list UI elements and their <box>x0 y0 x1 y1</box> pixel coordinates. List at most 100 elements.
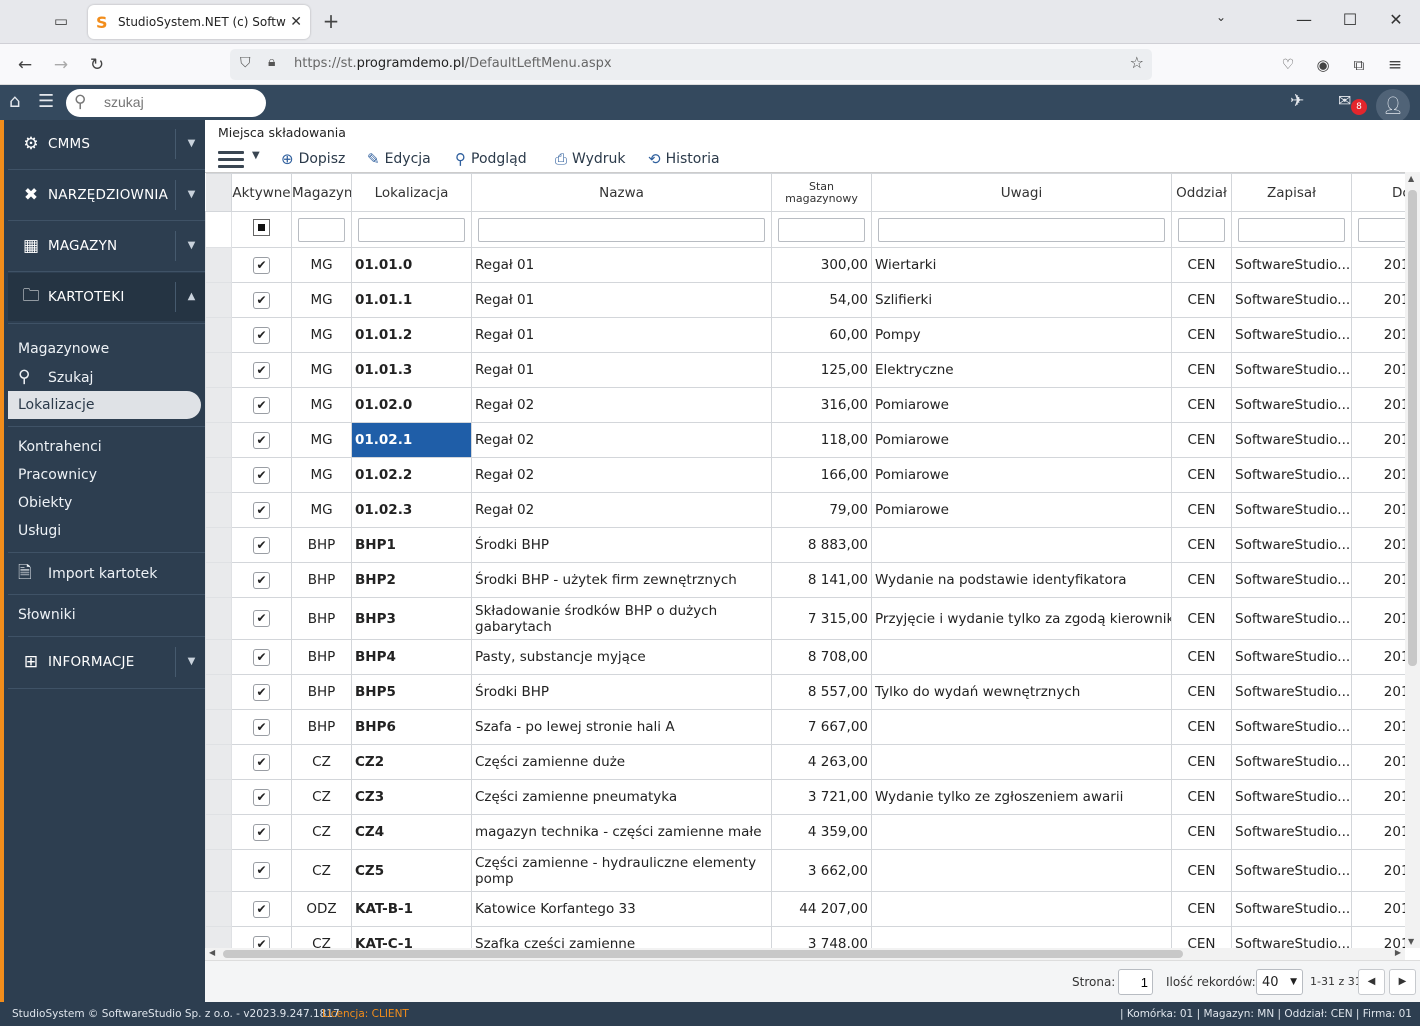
cell-stan[interactable]: 8 557,00 <box>771 674 872 710</box>
cell-aktywne[interactable]: ✔ <box>231 814 292 850</box>
cell-data[interactable]: 2019- <box>1351 891 1405 927</box>
cell-oddzial[interactable]: CEN <box>1171 247 1232 283</box>
active-checkbox[interactable]: ✔ <box>253 291 270 309</box>
shield-icon[interactable]: ⛉ <box>240 55 251 71</box>
cell-oddzial[interactable]: CEN <box>1171 639 1232 675</box>
horizontal-scrollbar[interactable]: ◀ ▶ <box>205 948 1405 960</box>
records-per-page-select[interactable]: 40 ▼ <box>1256 969 1303 995</box>
cell-uwagi[interactable] <box>871 814 1172 850</box>
plane-icon[interactable]: ✈ <box>1290 91 1304 111</box>
cell-magazyn[interactable]: CZ <box>291 744 352 780</box>
table-row[interactable]: ✔ MG 01.02.1 Regał 02 118,00 Pomiarowe CEN Soft… <box>205 422 1405 458</box>
cell-nazwa[interactable]: Szafka części zamienne <box>471 926 772 948</box>
cell-aktywne[interactable]: ✔ <box>231 926 292 948</box>
dopisz-button[interactable]: ⊕ Dopisz <box>281 148 345 170</box>
cell-lokalizacja[interactable]: BHP6 <box>351 709 472 745</box>
historia-button[interactable]: ⟲ Historia <box>648 148 720 170</box>
active-checkbox[interactable]: ✔ <box>253 648 270 666</box>
active-checkbox[interactable]: ✔ <box>253 753 270 771</box>
cell-stan[interactable]: 7 315,00 <box>771 597 872 640</box>
cell-data[interactable]: 2015- <box>1351 247 1405 283</box>
cell-nazwa[interactable]: Części zamienne duże <box>471 744 772 780</box>
cell-aktywne[interactable]: ✔ <box>231 674 292 710</box>
sidebar-section-narzedziownia[interactable]: ✖ NARZĘDZIOWNIA ▼ <box>8 171 207 219</box>
cell-oddzial[interactable]: CEN <box>1171 744 1232 780</box>
cell-aktywne[interactable]: ✔ <box>231 779 292 815</box>
cell-zapisal[interactable]: SoftwareStudio... <box>1231 317 1352 353</box>
prev-page-button[interactable]: ◀ <box>1358 969 1385 995</box>
cell-stan[interactable]: 4 263,00 <box>771 744 872 780</box>
cell-magazyn[interactable]: BHP <box>291 527 352 563</box>
table-row[interactable]: ✔ CZ CZ5 Części zamienne - hydrauliczne ele… <box>205 849 1405 892</box>
sidebar-item-pracownicy[interactable]: Pracownicy <box>8 461 201 489</box>
cell-nazwa[interactable]: Regał 01 <box>471 317 772 353</box>
cell-zapisal[interactable]: SoftwareStudio... <box>1231 891 1352 927</box>
active-checkbox[interactable]: ✔ <box>253 256 270 274</box>
cell-aktywne[interactable]: ✔ <box>231 422 292 458</box>
cell-zapisal[interactable]: SoftwareStudio... <box>1231 247 1352 283</box>
cell-aktywne[interactable]: ✔ <box>231 744 292 780</box>
cell-lokalizacja[interactable]: CZ5 <box>351 849 472 892</box>
filter-nazwa-input[interactable] <box>478 217 765 242</box>
scroll-left-icon[interactable]: ◀ <box>209 948 215 957</box>
cell-nazwa[interactable]: Katowice Korfantego 33 <box>471 891 772 927</box>
cell-uwagi[interactable]: Wydanie na podstawie identyfikatora <box>871 562 1172 598</box>
pocket-icon[interactable]: ♡ <box>1276 53 1300 77</box>
cell-stan[interactable]: 3 721,00 <box>771 779 872 815</box>
table-row[interactable]: ✔ BHP BHP5 Środki BHP 8 557,00 Tylko do wydań… <box>205 674 1405 710</box>
cell-stan[interactable]: 7 667,00 <box>771 709 872 745</box>
cell-lokalizacja[interactable]: 01.02.0 <box>351 387 472 423</box>
cell-lokalizacja[interactable]: 01.01.0 <box>351 247 472 283</box>
cell-zapisal[interactable]: SoftwareStudio... <box>1231 562 1352 598</box>
cell-aktywne[interactable]: ✔ <box>231 709 292 745</box>
cell-uwagi[interactable]: Pomiarowe <box>871 422 1172 458</box>
cell-zapisal[interactable]: SoftwareStudio... <box>1231 639 1352 675</box>
table-row[interactable]: ✔ BHP BHP3 Składowanie środków BHP o dużych… <box>205 597 1405 640</box>
chevron-down-icon[interactable]: ▼ <box>175 129 207 159</box>
filter-aktywne[interactable] <box>231 211 292 248</box>
cell-magazyn[interactable]: BHP <box>291 597 352 640</box>
cell-nazwa[interactable]: Pasty, substancje myjące <box>471 639 772 675</box>
cell-nazwa[interactable]: magazyn technika - części zamienne małe <box>471 814 772 850</box>
cell-zapisal[interactable]: SoftwareStudio... <box>1231 352 1352 388</box>
cell-data[interactable]: 2016- <box>1351 674 1405 710</box>
filter-stan-input[interactable] <box>778 217 865 242</box>
user-avatar[interactable]: 👤︎ <box>1376 89 1410 123</box>
cell-uwagi[interactable] <box>871 926 1172 948</box>
cell-uwagi[interactable]: Pomiarowe <box>871 387 1172 423</box>
filter-checkbox[interactable] <box>253 219 270 236</box>
cell-lokalizacja[interactable]: KAT-C-1 <box>351 926 472 948</box>
cell-data[interactable]: 2016- <box>1351 639 1405 675</box>
reload-icon[interactable]: ↻ <box>85 53 109 77</box>
cell-nazwa[interactable]: Składowanie środków BHP o dużych gabaryt… <box>471 597 772 640</box>
cell-stan[interactable]: 118,00 <box>771 422 872 458</box>
cell-magazyn[interactable]: MG <box>291 247 352 283</box>
hscroll-thumb[interactable] <box>223 950 1183 958</box>
cell-aktywne[interactable]: ✔ <box>231 639 292 675</box>
cell-data[interactable]: 2015- <box>1351 352 1405 388</box>
cell-lokalizacja[interactable]: CZ3 <box>351 779 472 815</box>
cell-lokalizacja[interactable]: 01.01.1 <box>351 282 472 318</box>
cell-uwagi[interactable] <box>871 709 1172 745</box>
col-oddzial[interactable]: Oddział <box>1171 173 1232 212</box>
cell-aktywne[interactable]: ✔ <box>231 597 292 640</box>
tab-list-icon[interactable]: ⌄ <box>1210 10 1232 32</box>
active-checkbox[interactable]: ✔ <box>253 823 270 841</box>
back-icon[interactable]: ← <box>13 53 37 77</box>
cell-oddzial[interactable]: CEN <box>1171 709 1232 745</box>
cell-lokalizacja[interactable]: BHP3 <box>351 597 472 640</box>
cell-stan[interactable]: 8 708,00 <box>771 639 872 675</box>
cell-magazyn[interactable]: CZ <box>291 926 352 948</box>
search-input[interactable] <box>104 94 254 110</box>
cell-stan[interactable]: 8 883,00 <box>771 527 872 563</box>
url-bar[interactable]: ⛉ 🔒︎ https://st.programdemo.pl/DefaultLe… <box>230 49 1152 80</box>
cell-aktywne[interactable]: ✔ <box>231 282 292 318</box>
sidebar-item-lokalizacje[interactable]: Lokalizacje <box>8 391 201 419</box>
cell-uwagi[interactable]: Przyjęcie i wydanie tylko za zgodą kiero… <box>871 597 1172 640</box>
chevron-down-icon[interactable]: ▼ <box>175 647 207 677</box>
menu-icon[interactable]: ≡ <box>1383 53 1407 77</box>
table-row[interactable]: ✔ MG 01.02.3 Regał 02 79,00 Pomiarowe CEN Softw… <box>205 492 1405 528</box>
cell-aktywne[interactable]: ✔ <box>231 352 292 388</box>
cell-aktywne[interactable]: ✔ <box>231 891 292 927</box>
table-row[interactable]: ✔ CZ CZ4 magazyn technika - części zamienne… <box>205 814 1405 850</box>
